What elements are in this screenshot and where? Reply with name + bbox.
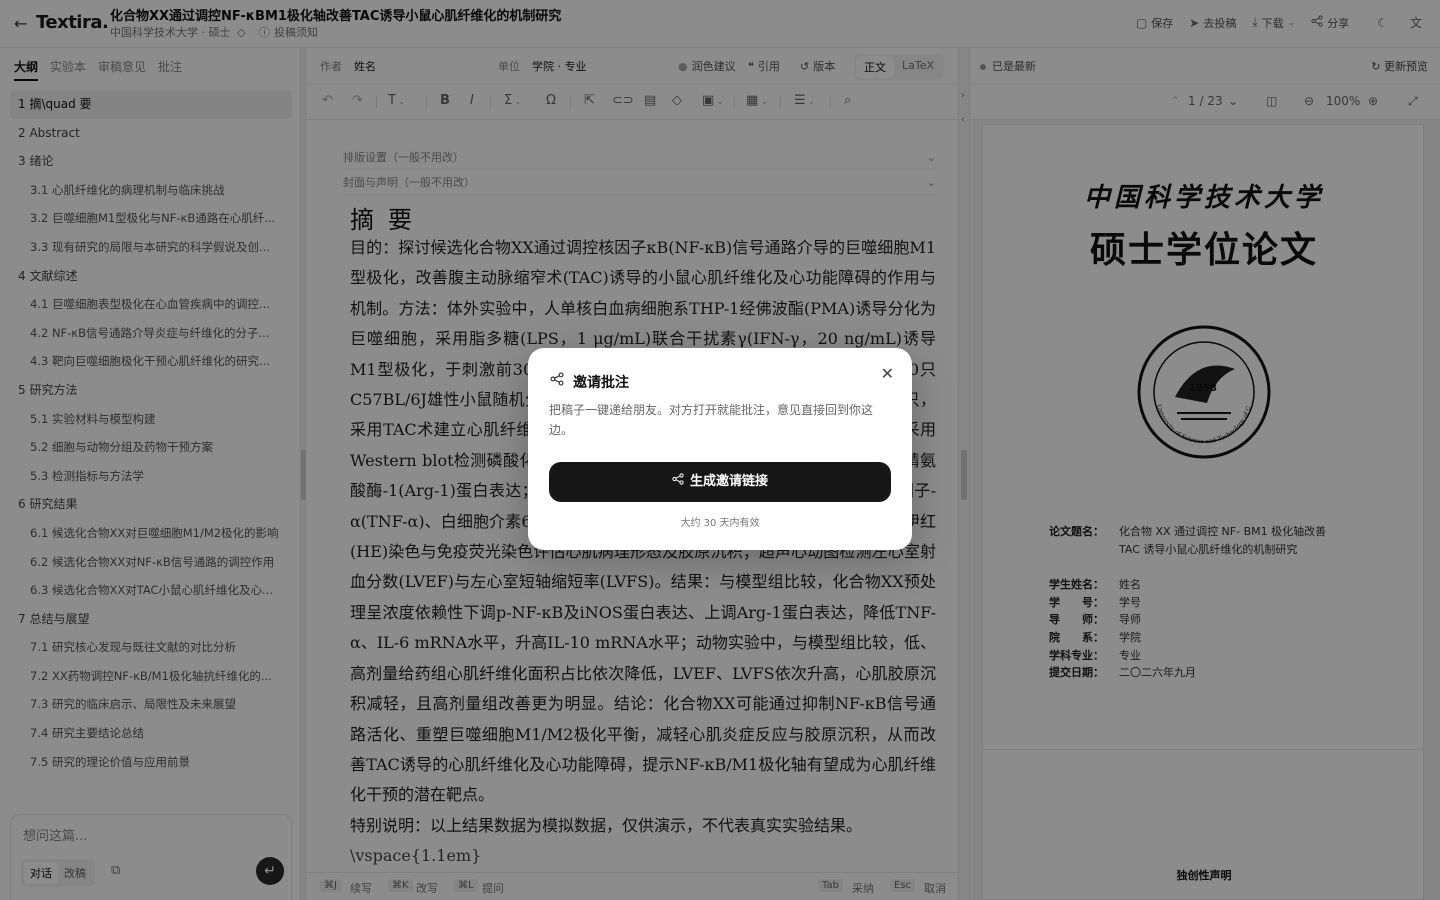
share-icon bbox=[550, 372, 564, 390]
share-icon bbox=[672, 473, 684, 489]
dialog-title: 邀请批注 bbox=[573, 375, 629, 391]
dialog-description: 把稿子一键递给朋友。对方打开就能批注，意见直接回到你这边。 bbox=[549, 403, 874, 437]
generate-invite-link-button[interactable]: 生成邀请链接 bbox=[549, 462, 891, 502]
validity-note: 大约 30 天内有效 bbox=[680, 518, 760, 529]
close-icon[interactable]: ✕ bbox=[881, 364, 894, 383]
generate-invite-link-label: 生成邀请链接 bbox=[689, 474, 768, 489]
invite-annotation-dialog: 邀请批注 ✕ 把稿子一键递给朋友。对方打开就能批注，意见直接回到你这边。 生成邀… bbox=[528, 348, 912, 550]
app-root: ← Textira. 化合物XX通过调控NF-κBM1极化轴改善TAC诱导小鼠心… bbox=[0, 0, 1440, 900]
